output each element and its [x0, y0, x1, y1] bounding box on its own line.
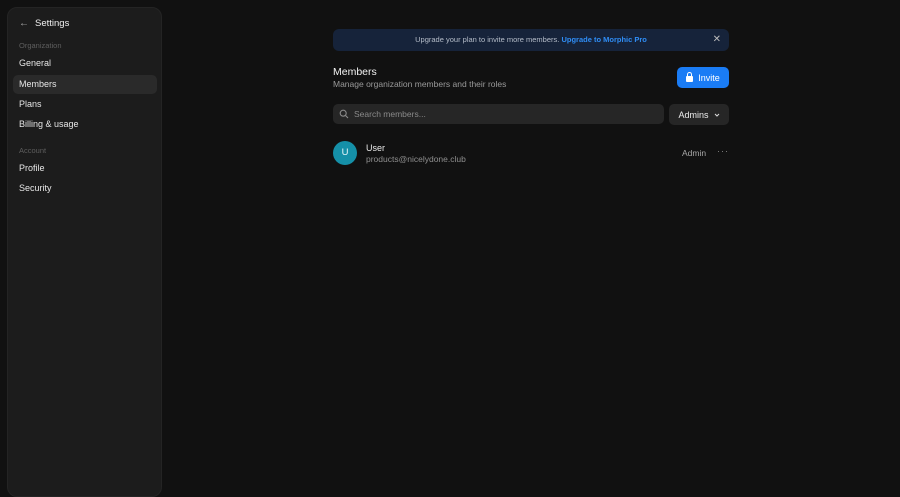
close-icon[interactable]: ✕	[713, 29, 721, 51]
more-options-icon[interactable]: ···	[717, 146, 729, 156]
role-filter-value: Admins	[678, 109, 709, 120]
role-filter-dropdown[interactable]: Admins	[669, 104, 729, 125]
upgrade-banner: Upgrade your plan to invite more members…	[333, 29, 729, 51]
section-organization: Organization	[19, 41, 62, 50]
chevron-down-icon	[714, 113, 719, 117]
invite-button[interactable]: Invite	[677, 67, 729, 88]
lock-icon	[686, 71, 694, 82]
page-title: Members	[333, 66, 377, 78]
invite-label: Invite	[698, 72, 720, 83]
arrow-left-icon: ←	[19, 18, 29, 29]
member-name: User	[366, 143, 386, 153]
settings-title: Settings	[35, 18, 70, 29]
settings-sidebar: ← Settings Organization General Members …	[7, 7, 162, 497]
banner-text: Upgrade your plan to invite more members…	[415, 35, 560, 44]
search-icon	[339, 109, 349, 119]
upgrade-link[interactable]: Upgrade to Morphic Pro	[561, 35, 646, 44]
sidebar-item-security[interactable]: Security	[13, 179, 157, 198]
avatar: U	[333, 141, 357, 165]
back-to-settings[interactable]: ← Settings	[19, 18, 69, 29]
sidebar-item-general[interactable]: General	[13, 54, 157, 73]
member-role[interactable]: Admin	[682, 148, 706, 158]
search-box[interactable]	[333, 104, 664, 124]
sidebar-item-billing[interactable]: Billing & usage	[13, 115, 157, 134]
member-email: products@nicelydone.club	[366, 154, 466, 164]
search-input[interactable]	[354, 109, 654, 119]
section-account: Account	[19, 146, 47, 155]
page-subtitle: Manage organization members and their ro…	[333, 79, 507, 89]
sidebar-item-profile[interactable]: Profile	[13, 159, 157, 178]
sidebar-item-members[interactable]: Members	[13, 75, 157, 94]
sidebar-item-plans[interactable]: Plans	[13, 95, 157, 114]
